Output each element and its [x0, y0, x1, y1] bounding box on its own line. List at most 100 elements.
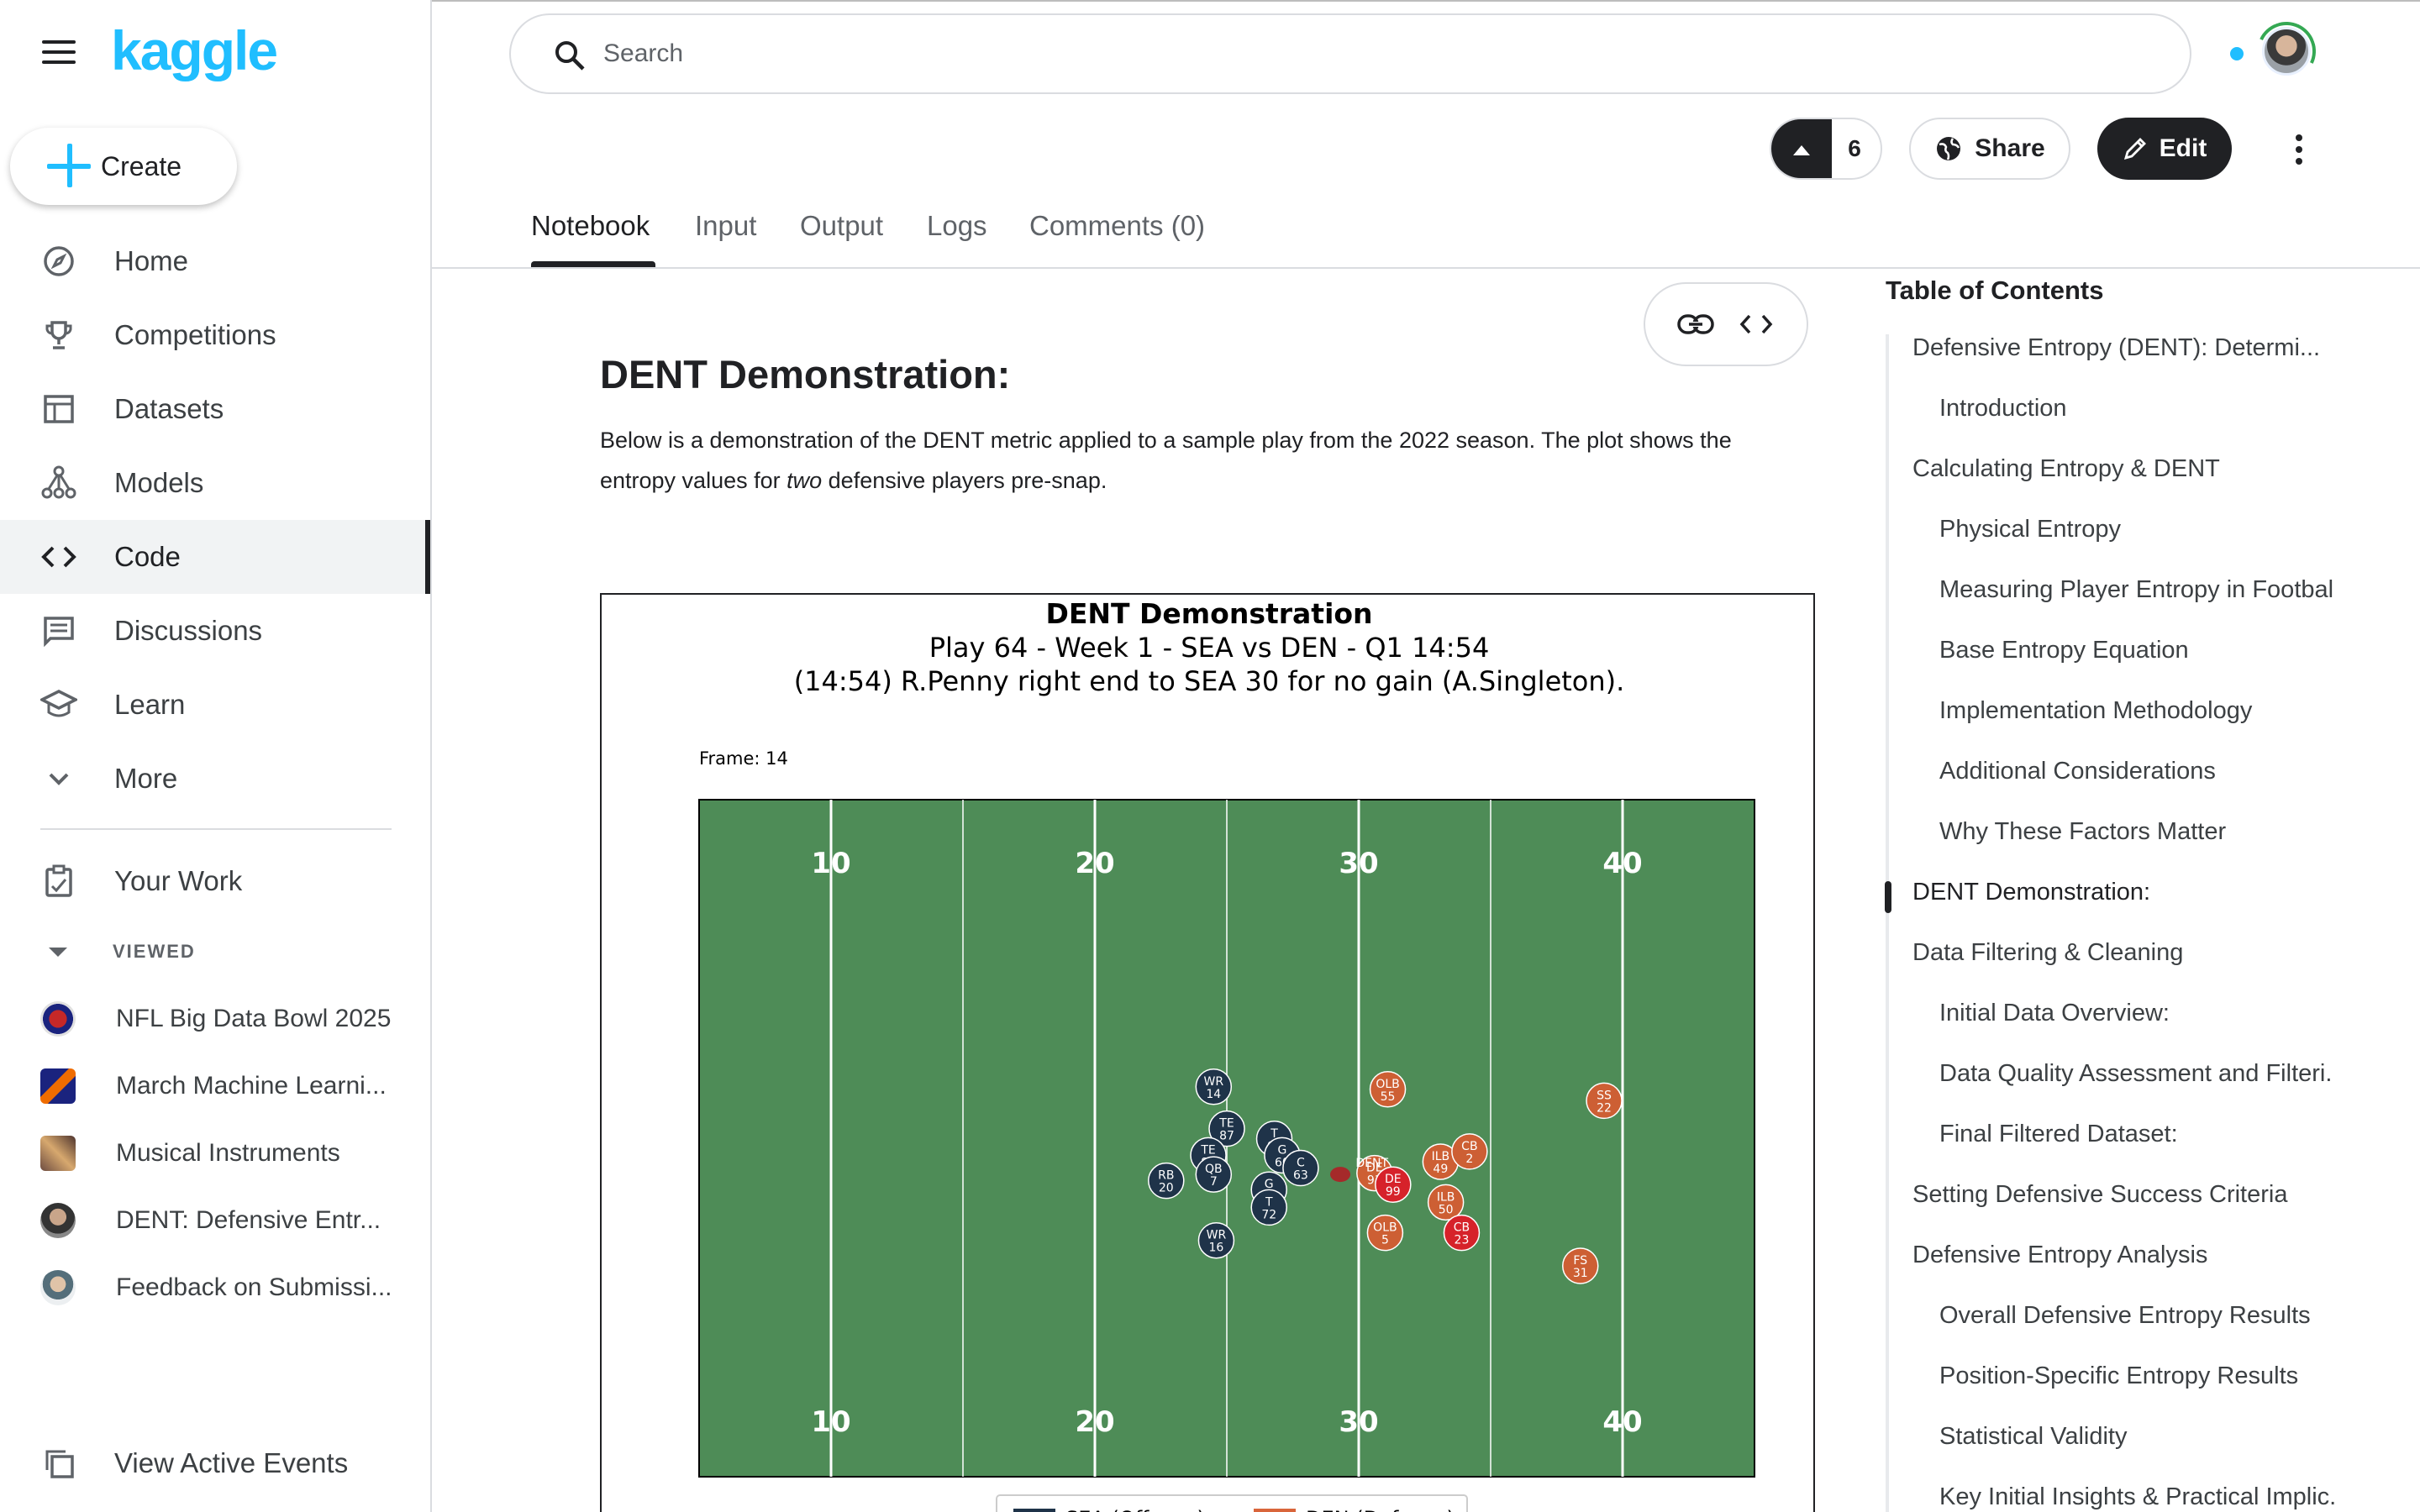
player-position-label: G: [1278, 1143, 1287, 1157]
tab-input[interactable]: Input: [695, 210, 756, 242]
recent-item-label: DENT: Defensive Entr...: [116, 1206, 381, 1234]
toc-item[interactable]: Introduction: [1939, 395, 2067, 423]
sidebar-item-learn[interactable]: Learn: [0, 668, 430, 742]
tab-notebook[interactable]: Notebook: [531, 210, 650, 242]
toc-item[interactable]: Initial Data Overview:: [1939, 1000, 2170, 1027]
legend-swatch: [1254, 1509, 1296, 1512]
table-icon: [40, 391, 77, 428]
sidebar-item-models[interactable]: Models: [0, 446, 430, 520]
kaggle-logo[interactable]: kaggle: [111, 18, 278, 82]
player-position-label: CB: [1461, 1140, 1477, 1153]
caret-down-icon[interactable]: [49, 948, 67, 957]
toc-item[interactable]: Statistical Validity: [1939, 1423, 2128, 1451]
player-position-label: C: [1297, 1157, 1305, 1170]
create-button[interactable]: Create: [10, 128, 237, 205]
player-number-label: 22: [1597, 1101, 1612, 1115]
player-number-label: 7: [1210, 1175, 1218, 1189]
toc-item[interactable]: Why These Factors Matter: [1939, 818, 2226, 846]
link-icon[interactable]: [1674, 302, 1718, 346]
toc-item[interactable]: Measuring Player Entropy in Footbal: [1939, 576, 2333, 604]
sidebar-item-label: Models: [114, 467, 204, 498]
toc-item[interactable]: Defensive Entropy Analysis: [1912, 1242, 2207, 1269]
toc-item[interactable]: Data Quality Assessment and Filteri.: [1939, 1060, 2332, 1088]
view-active-events-link[interactable]: View Active Events: [0, 1426, 430, 1500]
player-number-label: 14: [1206, 1088, 1221, 1101]
player-position-label: DE: [1385, 1173, 1402, 1186]
player-position-label: RB: [1158, 1169, 1174, 1183]
sidebar-item-competitions[interactable]: Competitions: [0, 298, 430, 372]
chevron-down-icon: [40, 760, 77, 797]
plus-icon: [40, 137, 99, 196]
tabs-divider: [432, 267, 2420, 269]
upvote-control: 6: [1770, 118, 1882, 180]
toc-item[interactable]: Calculating Entropy & DENT: [1912, 455, 2220, 483]
caret-up-icon: [1793, 145, 1810, 155]
toc-item[interactable]: Base Entropy Equation: [1939, 637, 2189, 664]
toc-item[interactable]: Key Initial Insights & Practical Implic.: [1939, 1483, 2336, 1511]
recent-item[interactable]: March Machine Learni...: [0, 1053, 430, 1120]
toc-item[interactable]: Position-Specific Entropy Results: [1939, 1362, 2298, 1390]
sidebar-item-label: Learn: [114, 689, 186, 720]
toc-item[interactable]: Additional Considerations: [1939, 758, 2216, 785]
tab-output[interactable]: Output: [800, 210, 883, 242]
sidebar-item-discussions[interactable]: Discussions: [0, 594, 430, 668]
sidebar-item-your-work[interactable]: Your Work: [0, 844, 430, 918]
recent-item[interactable]: NFL Big Data Bowl 2025: [0, 985, 430, 1053]
player-position-label: OLB: [1373, 1221, 1397, 1235]
sidebar-item-label: Home: [114, 245, 189, 276]
play-chart: DENT DemonstrationPlay 64 - Week 1 - SEA…: [698, 597, 1755, 1512]
recent-item[interactable]: Feedback on Submissi...: [0, 1254, 430, 1321]
search-bar[interactable]: [509, 13, 2191, 94]
trophy-icon: [40, 317, 77, 354]
toc-item[interactable]: Physical Entropy: [1939, 516, 2121, 543]
code-icon[interactable]: [1734, 302, 1778, 346]
toc-item[interactable]: DENT Demonstration:: [1912, 879, 2150, 906]
yard-number: 30: [1339, 847, 1378, 880]
sidebar-item-datasets[interactable]: Datasets: [0, 372, 430, 446]
sidebar-item-label: Your Work: [114, 865, 243, 896]
recent-item[interactable]: Musical Instruments: [0, 1120, 430, 1187]
yard-number: 20: [1075, 847, 1114, 880]
tab-comments[interactable]: Comments (0): [1029, 210, 1205, 242]
player-position-label: FS: [1573, 1254, 1587, 1268]
toc-item[interactable]: Implementation Methodology: [1939, 697, 2252, 725]
toc-item[interactable]: Overall Defensive Entropy Results: [1939, 1302, 2311, 1330]
edit-button[interactable]: Edit: [2097, 118, 2232, 180]
recent-item-label: Musical Instruments: [116, 1139, 340, 1167]
player-number-label: 50: [1439, 1203, 1454, 1216]
active-tab-indicator: [531, 261, 655, 267]
toc-item[interactable]: Setting Defensive Success Criteria: [1912, 1181, 2287, 1209]
globe-icon: [1934, 134, 1963, 163]
toc-item[interactable]: Data Filtering & Cleaning: [1912, 939, 2183, 967]
football-marker: [1330, 1167, 1351, 1183]
recent-item[interactable]: DENT: Defensive Entr...: [0, 1187, 430, 1254]
player-position-label: CB: [1454, 1221, 1470, 1235]
search-input[interactable]: [603, 32, 2116, 76]
sidebar-item-more[interactable]: More: [0, 742, 430, 816]
models-icon: [40, 465, 77, 501]
toc-item[interactable]: Final Filtered Dataset:: [1939, 1121, 2178, 1148]
upvote-button[interactable]: [1771, 119, 1832, 178]
player-number-label: 99: [1386, 1185, 1401, 1199]
sidebar-item-code[interactable]: Code: [0, 520, 430, 594]
march-madness-thumbnail: [40, 1068, 76, 1104]
share-button[interactable]: Share: [1909, 118, 2070, 180]
player-number-label: 31: [1573, 1267, 1588, 1280]
sidebar-item-home[interactable]: Home: [0, 224, 430, 298]
player-position-label: WR: [1204, 1075, 1224, 1089]
sidebar-item-label: Competitions: [114, 319, 276, 350]
toc-item[interactable]: Defensive Entropy (DENT): Determi...: [1912, 334, 2320, 362]
player-number-label: 63: [1293, 1169, 1308, 1183]
player-position-label: T: [1265, 1195, 1273, 1209]
menu-icon[interactable]: [42, 40, 76, 66]
user-avatar-thumbnail: [40, 1203, 76, 1238]
kaggle-notebook-page: kaggle Create Home Competitions Datasets: [0, 0, 2420, 1512]
events-icon: [40, 1445, 77, 1482]
notification-dot: [2230, 47, 2244, 60]
yard-number: 30: [1339, 1405, 1378, 1439]
edit-label: Edit: [2159, 134, 2207, 162]
more-options-icon[interactable]: [2282, 126, 2316, 173]
tab-logs[interactable]: Logs: [927, 210, 987, 242]
yard-number: 20: [1075, 1405, 1114, 1439]
user-avatar[interactable]: [2262, 27, 2311, 76]
